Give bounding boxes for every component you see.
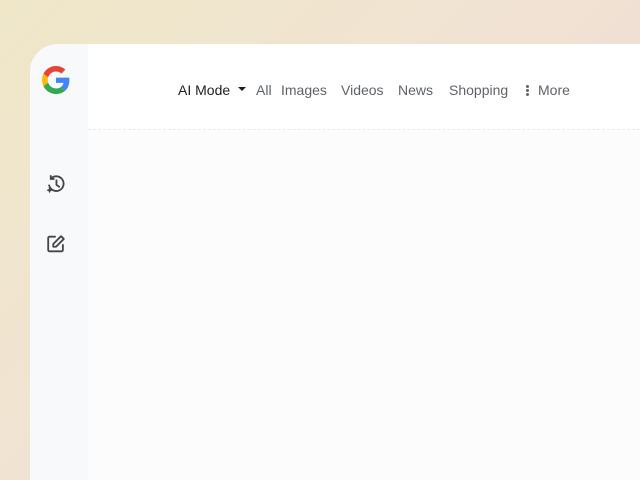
tab-ai-mode[interactable]: AI Mode: [178, 82, 247, 98]
tab-ai-mode-label: AI Mode: [178, 82, 231, 98]
tab-all[interactable]: All: [256, 82, 272, 98]
tab-more-label: More: [538, 82, 570, 98]
caret-down-icon: [238, 87, 247, 92]
main-content-area: [88, 131, 640, 480]
tab-shopping[interactable]: Shopping: [449, 82, 508, 98]
top-navigation-bar: AI Mode All Images Videos News Shopping …: [88, 44, 640, 130]
google-logo[interactable]: [42, 66, 70, 94]
history-button[interactable]: [43, 171, 69, 197]
more-vert-icon: [526, 84, 529, 97]
tab-images[interactable]: Images: [281, 82, 327, 98]
new-chat-button[interactable]: [43, 231, 69, 257]
sidebar-rail: [30, 44, 88, 480]
search-window: AI Mode All Images Videos News Shopping …: [30, 44, 640, 480]
history-sparkle-icon: [46, 175, 65, 193]
tab-news[interactable]: News: [398, 82, 433, 98]
tab-videos[interactable]: Videos: [341, 82, 384, 98]
tab-more[interactable]: More: [526, 82, 570, 98]
new-chat-edit-icon: [47, 235, 65, 253]
